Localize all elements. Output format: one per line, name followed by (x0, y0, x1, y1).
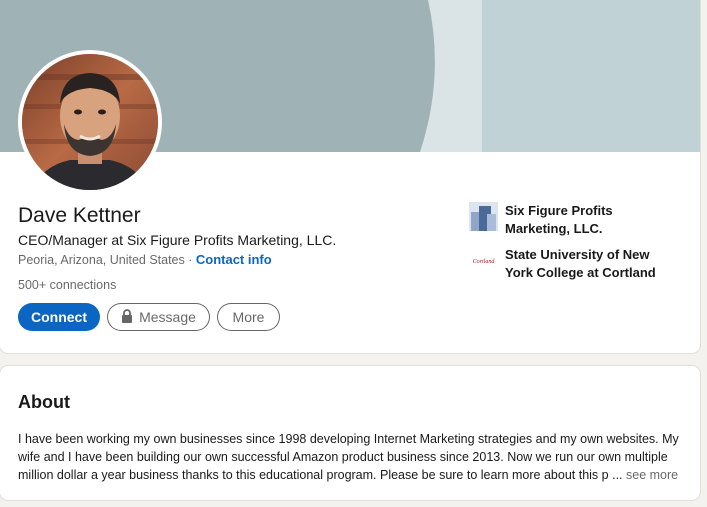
lock-icon (121, 308, 133, 326)
connections-count[interactable]: 500+ connections (18, 278, 116, 292)
profile-location: Peoria, Arizona, United States (18, 253, 185, 267)
about-line: wife and I have been building our own su… (18, 450, 668, 464)
profile-card: Dave Kettner CEO/Manager at Six Figure P… (0, 0, 700, 353)
location-row: Peoria, Arizona, United States · Contact… (18, 252, 272, 267)
about-ellipsis: ... (612, 468, 623, 482)
see-more-link[interactable]: see more (626, 468, 678, 482)
current-company-link[interactable]: Six Figure Profits Marketing, LLC. (469, 202, 675, 238)
location-separator: · (184, 253, 196, 267)
current-company-name: Six Figure Profits Marketing, LLC. (505, 203, 613, 236)
message-button[interactable]: Message (107, 303, 210, 331)
education-link[interactable]: Cortland State University of New York Co… (469, 246, 675, 282)
education-name: State University of New York College at … (505, 247, 656, 280)
contact-info-link[interactable]: Contact info (196, 252, 272, 267)
profile-avatar[interactable] (18, 50, 162, 194)
message-button-label: Message (139, 309, 196, 325)
more-button[interactable]: More (217, 303, 280, 331)
company-logo-icon (469, 202, 498, 231)
about-text: I have been working my own businesses si… (18, 430, 682, 484)
profile-headline: CEO/Manager at Six Figure Profits Market… (18, 232, 337, 248)
about-line-text: million dollar a year business thanks to… (18, 468, 609, 482)
more-button-label: More (232, 309, 265, 325)
about-line: million dollar a year business thanks to… (18, 466, 682, 484)
about-section: About I have been working my own busines… (0, 366, 700, 500)
connect-button[interactable]: Connect (18, 303, 100, 331)
connect-button-label: Connect (31, 309, 87, 325)
about-line: I have been working my own businesses si… (18, 432, 679, 446)
about-title: About (18, 392, 70, 412)
cortland-logo-icon: Cortland (469, 246, 498, 275)
cortland-logo-text: Cortland (473, 259, 496, 265)
profile-name: Dave Kettner (18, 204, 141, 227)
